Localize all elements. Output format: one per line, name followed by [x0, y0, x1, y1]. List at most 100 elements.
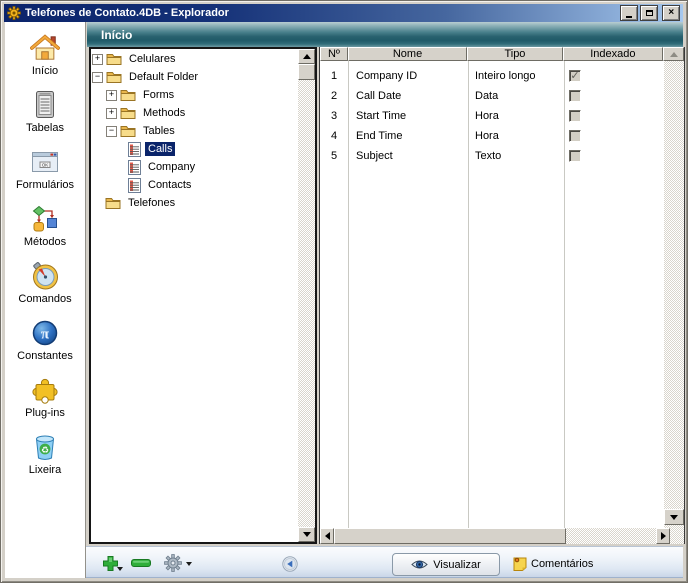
scrollbar-track[interactable]: [664, 61, 684, 509]
tree-item-forms[interactable]: +Forms: [91, 86, 298, 104]
maximize-button[interactable]: [640, 5, 658, 21]
field-type: Hora: [468, 110, 564, 122]
visualizar-label: Visualizar: [433, 559, 481, 571]
field-row[interactable]: 5SubjectTexto: [320, 146, 665, 166]
sidebar-item-tabelas[interactable]: Tabelas: [5, 89, 85, 146]
folder-icon: [105, 196, 121, 210]
sidebar-item-plugins[interactable]: Plug-ins: [5, 374, 85, 431]
methods-icon: [28, 203, 62, 234]
field-row[interactable]: 1Company IDInteiro longo: [320, 66, 665, 86]
collapse-button[interactable]: [282, 556, 298, 572]
indexed-checkbox[interactable]: [569, 130, 581, 142]
sidebar-item-label: Métodos: [24, 236, 66, 248]
collapse-icon[interactable]: −: [92, 72, 103, 83]
visualizar-button[interactable]: Visualizar: [392, 553, 500, 576]
sidebar-item-comandos[interactable]: Comandos: [5, 260, 85, 317]
constants-icon: π: [28, 317, 62, 348]
collapse-icon[interactable]: −: [106, 126, 117, 137]
note-icon: [513, 556, 527, 571]
field-indexed-cell: [564, 130, 665, 142]
bottom-toolbar: Visualizar Comentários: [86, 546, 683, 578]
expand-icon[interactable]: +: [106, 90, 117, 101]
sidebar-item-label: Constantes: [17, 350, 73, 362]
field-row[interactable]: 4End TimeHora: [320, 126, 665, 146]
field-type: Texto: [468, 150, 564, 162]
field-row[interactable]: 3Start TimeHora: [320, 106, 665, 126]
indexed-checkbox[interactable]: [569, 110, 581, 122]
tree-item-celulares[interactable]: +Celulares: [91, 50, 298, 68]
indexed-checkbox[interactable]: [569, 90, 581, 102]
svg-text:π: π: [41, 326, 50, 342]
field-number: 4: [320, 130, 348, 142]
sidebar: InícioTabelasOKFormulários Métodos Comando…: [5, 22, 86, 578]
column-header-indexado[interactable]: Indexado: [563, 47, 663, 61]
tree-item-tables[interactable]: − Tables: [91, 122, 298, 140]
field-name: Call Date: [348, 90, 468, 102]
folder-tree: +Celulares−Default Folder+Forms+Methods−…: [91, 49, 298, 542]
sidebar-item-lixeira[interactable]: ♻Lixeira: [5, 431, 85, 488]
field-indexed-cell: [564, 90, 665, 102]
folder-icon: [120, 124, 136, 138]
tree-item-calls[interactable]: Calls: [91, 140, 298, 158]
table-horizontal-scrollbar[interactable]: [320, 528, 670, 544]
add-button[interactable]: [102, 555, 123, 572]
indexed-checkbox[interactable]: [569, 150, 581, 162]
sidebar-item-metodos[interactable]: Métodos: [5, 203, 85, 260]
scrollbar-track[interactable]: [298, 80, 315, 527]
sidebar-item-constantes[interactable]: π Constantes: [5, 317, 85, 374]
explorer-window: Telefones de Contato.4DB - Explorador × …: [0, 0, 688, 583]
commands-icon: [28, 260, 62, 291]
comentarios-label: Comentários: [531, 558, 593, 570]
maximize-icon: [646, 10, 653, 16]
scroll-down-button[interactable]: [664, 509, 684, 525]
folder-icon: [120, 106, 136, 120]
field-indexed-cell: [564, 150, 665, 162]
field-indexed-cell: [564, 70, 665, 82]
back-circle-icon: [282, 556, 298, 572]
column-header-tipo[interactable]: Tipo: [467, 47, 562, 61]
minimize-button[interactable]: [620, 5, 638, 21]
sidebar-item-formularios[interactable]: OKFormulários: [5, 146, 85, 203]
scroll-up-button[interactable]: [298, 49, 315, 64]
comentarios-button[interactable]: Comentários: [513, 556, 593, 571]
remove-button[interactable]: [131, 559, 151, 567]
table-scroll-up-button[interactable]: [663, 47, 684, 61]
close-button[interactable]: ×: [662, 5, 680, 21]
sidebar-item-label: Plug-ins: [25, 407, 65, 419]
options-button[interactable]: [164, 554, 192, 572]
arrow-up-icon: [670, 52, 678, 57]
svg-text:OK: OK: [42, 162, 48, 167]
field-name: Subject: [348, 150, 468, 162]
tree-vertical-scrollbar[interactable]: [298, 49, 315, 542]
expand-icon[interactable]: +: [92, 54, 103, 65]
fields-table-body: 1Company IDInteiro longo2Call DateData3S…: [320, 61, 665, 528]
title-bar[interactable]: Telefones de Contato.4DB - Explorador ×: [4, 4, 683, 22]
home-icon: [28, 32, 62, 63]
tree-item-company[interactable]: Company: [91, 158, 298, 176]
scroll-left-button[interactable]: [320, 528, 334, 544]
scroll-down-button[interactable]: [298, 527, 315, 542]
fields-table-header: Nº Nome Tipo Indexado: [320, 47, 684, 61]
tree-item-label: Tables: [140, 124, 178, 138]
scrollbar-thumb[interactable]: [334, 528, 566, 544]
tree-item-default-folder[interactable]: −Default Folder: [91, 68, 298, 86]
arrow-left-icon: [325, 532, 330, 540]
sidebar-item-inicio[interactable]: Início: [5, 32, 85, 89]
tree-item-telefones[interactable]: Telefones: [91, 194, 298, 212]
minus-icon: [131, 559, 151, 567]
tree-item-contacts[interactable]: Contacts: [91, 176, 298, 194]
table-vertical-scrollbar[interactable]: [664, 61, 684, 525]
scroll-right-button[interactable]: [656, 528, 670, 544]
field-number: 5: [320, 150, 348, 162]
column-header-nome[interactable]: Nome: [348, 47, 467, 61]
scrollbar-track[interactable]: [566, 528, 656, 544]
indexed-checkbox[interactable]: [569, 70, 581, 82]
table-icon: [128, 160, 141, 175]
tree-item-methods[interactable]: +Methods: [91, 104, 298, 122]
column-header-num[interactable]: Nº: [320, 47, 348, 61]
field-row[interactable]: 2Call DateData: [320, 86, 665, 106]
folder-tree-panel: +Celulares−Default Folder+Forms+Methods−…: [89, 47, 317, 544]
minimize-icon: [626, 16, 632, 18]
scrollbar-thumb[interactable]: [298, 64, 315, 80]
expand-icon[interactable]: +: [106, 108, 117, 119]
